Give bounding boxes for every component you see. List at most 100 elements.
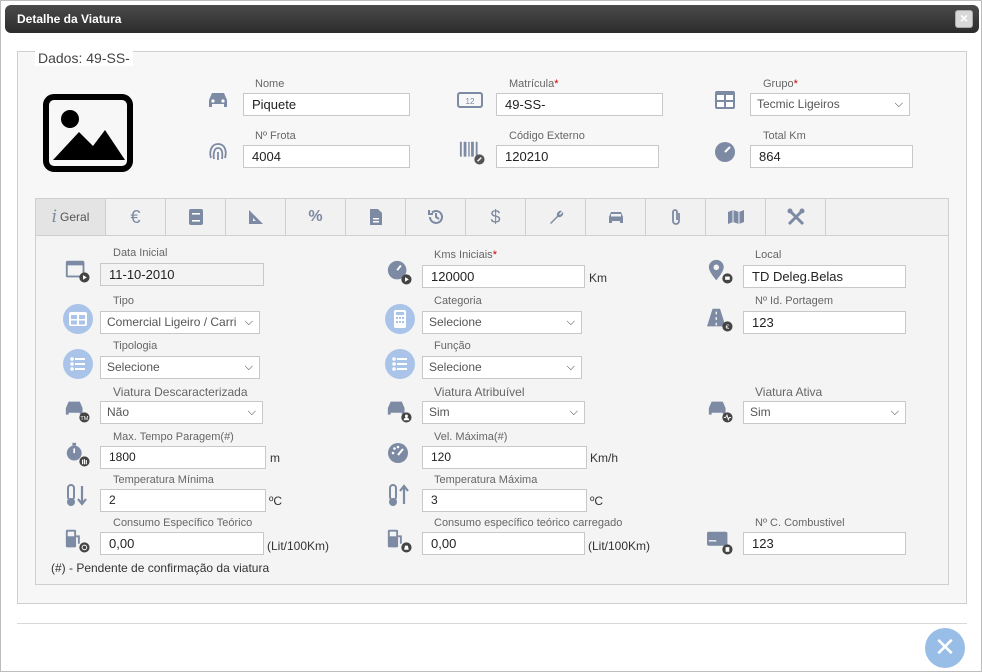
window-titlebar: Detalhe da Viatura × [5,5,979,33]
map-icon [727,210,744,224]
consumo-label: Consumo Específico Teórico [113,517,253,529]
dollar-icon: $ [490,206,501,227]
list-icon [392,357,407,371]
chevron-down-icon: ⌵ [890,406,899,418]
atribuivel-select-value: Sim [429,405,450,419]
tab-geral-label: Geral [60,210,90,224]
frota-input[interactable]: 4004 [243,145,410,168]
tab-geral[interactable]: i Geral [36,199,106,235]
group-table-icon [715,91,735,109]
categoria-select-value: Selecione [429,315,482,329]
total-km-label: Total Km [763,130,806,142]
combustivel-label: Nº C. Combustivel [755,517,845,529]
funcao-label: Função [434,340,471,352]
temperature-up-icon [389,484,409,506]
descaracterizada-select-value: Não [107,405,130,419]
ativa-select-value: Sim [750,405,771,419]
tab-manutencao[interactable] [526,199,586,235]
calculator-icon [394,310,406,328]
history-icon [427,209,443,224]
tipo-select[interactable]: Comercial Ligeiro / Carri ⌵ [100,311,260,334]
svg-text:TM: TM [80,416,88,422]
temp-min-input[interactable]: 2 [100,489,266,512]
local-label: Local [755,249,782,261]
info-icon: i [51,207,58,227]
atribuivel-label: Viatura Atribuível [434,385,525,399]
atribuivel-select[interactable]: Sim ⌵ [422,401,585,424]
grupo-select[interactable]: Tecmic Ligeiros ⌵ [750,93,910,116]
car-active-icon [708,401,733,423]
portagem-input[interactable]: 123 [743,311,906,334]
total-km-input[interactable]: 864 [750,145,913,168]
tab-documentos[interactable] [346,199,406,235]
tempo-paragem-input[interactable]: 1800 [100,446,266,469]
tipologia-select-value: Selecione [107,360,160,374]
chevron-down-icon: ⌵ [566,361,575,373]
speedometer-icon [715,142,735,162]
chevron-down-icon: ⌵ [894,98,903,110]
tipologia-select[interactable]: Selecione ⌵ [100,356,260,379]
stopwatch-icon [66,442,90,467]
tab-medidas[interactable] [226,199,286,235]
euro-icon: € [130,206,141,227]
window-close-button[interactable]: × [955,10,973,28]
tab-anexos[interactable] [646,199,706,235]
tab-ferramentas[interactable] [766,199,826,235]
list-icon [70,357,85,371]
grupo-select-value: Tecmic Ligeiros [757,97,840,111]
location-pin-icon [708,259,733,284]
paperclip-icon [671,209,680,225]
gauge-icon [388,443,408,463]
vel-maxima-unit: Km/h [590,451,619,465]
ativa-label: Viatura Ativa [755,385,823,399]
temperature-down-icon [67,484,87,506]
consumo-input[interactable]: 0,00 [100,532,264,555]
vel-maxima-input[interactable]: 120 [422,446,587,469]
tempo-paragem-unit: m [270,451,280,465]
tab-financeiro[interactable]: $ [466,199,526,235]
tab-historico[interactable] [406,199,466,235]
plate-icon: 12 [457,92,483,108]
consumo-carregado-label: Consumo específico teórico carregado [434,517,623,529]
temp-min-unit: ºC [269,494,283,508]
tab-livro[interactable] [166,199,226,235]
consumo-unit: (Lit/100Km) [267,539,330,553]
close-button[interactable]: ✕ [925,628,965,668]
funcao-select[interactable]: Selecione ⌵ [422,356,582,379]
chevron-down-icon: ⌵ [244,316,253,328]
car-assign-icon [387,401,412,423]
descaracterizada-label: Viatura Descaracterizada [113,385,248,399]
temp-max-label: Temperatura Máxima [434,474,538,486]
tab-percentagem[interactable]: % [286,199,346,235]
data-inicial-input[interactable]: 11-10-2010 [100,263,264,286]
portagem-label: Nº Id. Portagem [755,295,833,307]
kms-iniciais-input[interactable]: 120000 [422,265,585,288]
car-unmarked-icon: TM [65,401,90,423]
tempo-paragem-label: Max. Tempo Paragem(#) [113,431,234,443]
chevron-down-icon: ⌵ [247,406,256,418]
categoria-select[interactable]: Selecione ⌵ [422,311,582,334]
ativa-select[interactable]: Sim ⌵ [743,401,906,424]
temp-max-input[interactable]: 3 [422,489,587,512]
matricula-input[interactable]: 49-SS- [496,93,663,116]
tipo-label: Tipo [113,295,134,307]
fuel-loaded-icon [387,529,412,553]
tab-mapa[interactable] [706,199,766,235]
combustivel-input[interactable]: 123 [743,532,906,555]
local-input[interactable]: TD Deleg.Belas [743,265,906,288]
tab-custos[interactable]: € [106,199,166,235]
calendar-icon [65,260,90,283]
kms-iniciais-label: Kms Iniciais* [434,249,497,261]
tipologia-label: Tipologia [113,340,158,352]
fuel-consumption-icon [65,529,90,553]
odometer-start-icon [387,260,412,285]
consumo-carregado-input[interactable]: 0,00 [422,532,585,555]
nome-input[interactable]: Piquete [243,93,410,116]
tab-viatura[interactable] [586,199,646,235]
vehicle-image-icon[interactable] [43,94,133,172]
descaracterizada-select[interactable]: Não ⌵ [100,401,263,424]
codigo-externo-label: Código Externo [509,130,585,142]
temp-min-label: Temperatura Mínima [113,474,214,486]
codigo-externo-input[interactable]: 120210 [496,145,659,168]
svg-text:€: € [726,324,730,331]
